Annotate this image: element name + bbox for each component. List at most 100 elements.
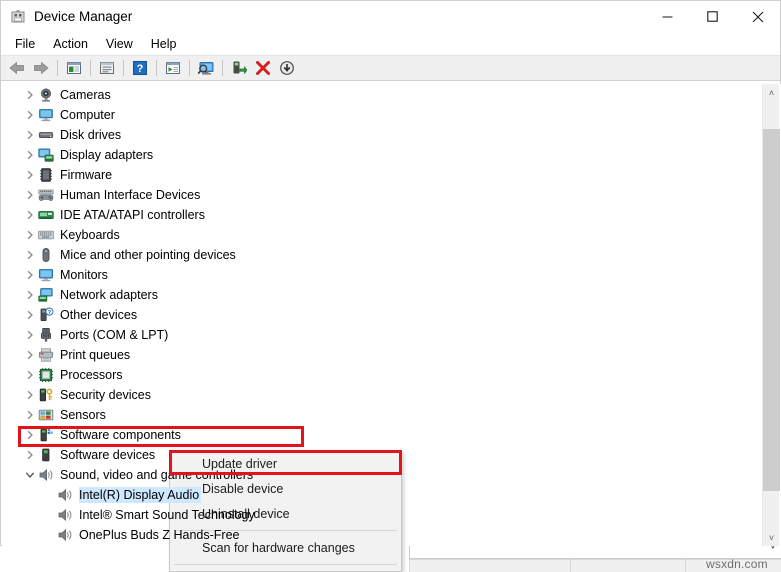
chevron-right-icon[interactable] (22, 187, 38, 203)
twisty-none (41, 507, 57, 523)
scrollbar-thumb[interactable] (763, 129, 780, 491)
keyboard-icon (38, 227, 54, 243)
chevron-right-icon[interactable] (22, 167, 38, 183)
speaker-icon (38, 467, 54, 483)
chevron-right-icon[interactable] (22, 327, 38, 343)
maximize-button[interactable] (690, 1, 735, 32)
screen: ˅ wsxdn.com Device Manager File Action V… (0, 0, 781, 572)
chevron-right-icon[interactable] (22, 107, 38, 123)
watermark: wsxdn.com (706, 557, 768, 571)
tree-row[interactable]: Keyboards (2, 225, 757, 245)
tree-row-label: Human Interface Devices (60, 188, 201, 202)
monitor-icon (38, 267, 54, 283)
twisty-none (41, 487, 57, 503)
tree-row-label: Firmware (60, 168, 113, 182)
tree-row-label: IDE ATA/ATAPI controllers (60, 208, 205, 222)
update-driver-icon[interactable] (227, 57, 251, 79)
toolbar-separator-4 (156, 60, 157, 76)
toolbar: ? (1, 55, 780, 81)
chevron-right-icon[interactable] (22, 347, 38, 363)
menu-view[interactable]: View (97, 35, 142, 53)
chevron-right-icon[interactable] (22, 287, 38, 303)
tree-row[interactable]: Software components (2, 425, 757, 445)
speaker-icon (57, 527, 73, 543)
chevron-right-icon[interactable] (22, 427, 38, 443)
scroll-up-icon[interactable]: ˄ (763, 84, 780, 101)
chevron-right-icon[interactable] (22, 407, 38, 423)
forward-icon[interactable] (29, 57, 53, 79)
tree-row[interactable]: Sensors (2, 405, 757, 425)
minimize-button[interactable] (645, 1, 690, 32)
toolbar-separator-5 (189, 60, 190, 76)
tree-row-label: Security devices (60, 388, 152, 402)
tree-row[interactable]: Ports (COM & LPT) (2, 325, 757, 345)
help-icon[interactable]: ? (128, 57, 152, 79)
chevron-down-icon[interactable] (22, 467, 38, 483)
chevron-right-icon[interactable] (22, 387, 38, 403)
properties-icon[interactable] (95, 57, 119, 79)
security-device-icon (38, 387, 54, 403)
printer-icon (38, 347, 54, 363)
tree-row[interactable]: Display adapters (2, 145, 757, 165)
chevron-right-icon[interactable] (22, 447, 38, 463)
chevron-right-icon[interactable] (22, 307, 38, 323)
tree-row[interactable]: Security devices (2, 385, 757, 405)
network-adapter-icon (38, 287, 54, 303)
scroll-down-icon[interactable]: ˅ (763, 529, 780, 546)
tree-row[interactable]: Firmware (2, 165, 757, 185)
chevron-right-icon[interactable] (22, 147, 38, 163)
svg-text:?: ? (48, 310, 51, 316)
menu-help[interactable]: Help (142, 35, 186, 53)
tree-row-label: Software devices (60, 448, 156, 462)
menu-action[interactable]: Action (44, 35, 97, 53)
close-button[interactable] (735, 1, 780, 32)
disable-device-icon[interactable] (275, 57, 299, 79)
tree-row[interactable]: Computer (2, 105, 757, 125)
tree-row[interactable]: Processors (2, 365, 757, 385)
tree-row[interactable]: IDE ATA/ATAPI controllers (2, 205, 757, 225)
back-icon[interactable] (5, 57, 29, 79)
hid-gamepad-icon (38, 187, 54, 203)
mouse-icon (38, 247, 54, 263)
action-menu-icon[interactable] (161, 57, 185, 79)
tree-row[interactable]: Network adapters (2, 285, 757, 305)
scan-hardware-changes-icon[interactable] (194, 57, 218, 79)
chevron-right-icon[interactable] (22, 247, 38, 263)
firmware-icon (38, 167, 54, 183)
menu-file[interactable]: File (6, 35, 44, 53)
tree-row-label: Print queues (60, 348, 131, 362)
tree-row-label: Sensors (60, 408, 106, 422)
other-device-icon: ? (38, 307, 54, 323)
tree-row-label: Disk drives (60, 128, 122, 142)
chevron-right-icon[interactable] (22, 127, 38, 143)
background-column-divider-1 (570, 559, 571, 572)
show-hide-console-tree-icon[interactable] (62, 57, 86, 79)
tree-row-label: Software components (60, 428, 181, 442)
tree-row[interactable]: Print queues (2, 345, 757, 365)
port-icon (38, 327, 54, 343)
vertical-scrollbar[interactable]: ˄ ˅ (762, 84, 780, 546)
tree-row-label: Monitors (60, 268, 108, 282)
chevron-right-icon[interactable] (22, 207, 38, 223)
tree-row[interactable]: Human Interface Devices (2, 185, 757, 205)
menu-bar: File Action View Help (1, 32, 780, 55)
software-device-icon (38, 447, 54, 463)
chevron-right-icon[interactable] (22, 267, 38, 283)
chevron-right-icon[interactable] (22, 227, 38, 243)
camera-icon (38, 87, 54, 103)
tree-row[interactable]: Monitors (2, 265, 757, 285)
tree-row[interactable]: ? Other devices (2, 305, 757, 325)
tree-row[interactable]: Cameras (2, 85, 757, 105)
uninstall-device-icon[interactable] (251, 57, 275, 79)
tree-row[interactable]: Disk drives (2, 125, 757, 145)
chevron-right-icon[interactable] (22, 87, 38, 103)
tree-row-label: Keyboards (60, 228, 120, 242)
disk-drive-icon (38, 127, 54, 143)
chevron-right-icon[interactable] (22, 367, 38, 383)
tree-row[interactable]: Mice and other pointing devices (2, 245, 757, 265)
tree-row-label: Network adapters (60, 288, 158, 302)
speaker-icon (57, 507, 73, 523)
svg-text:?: ? (137, 63, 144, 75)
tree-row-label: Mice and other pointing devices (60, 248, 236, 262)
ide-controller-icon (38, 207, 54, 223)
